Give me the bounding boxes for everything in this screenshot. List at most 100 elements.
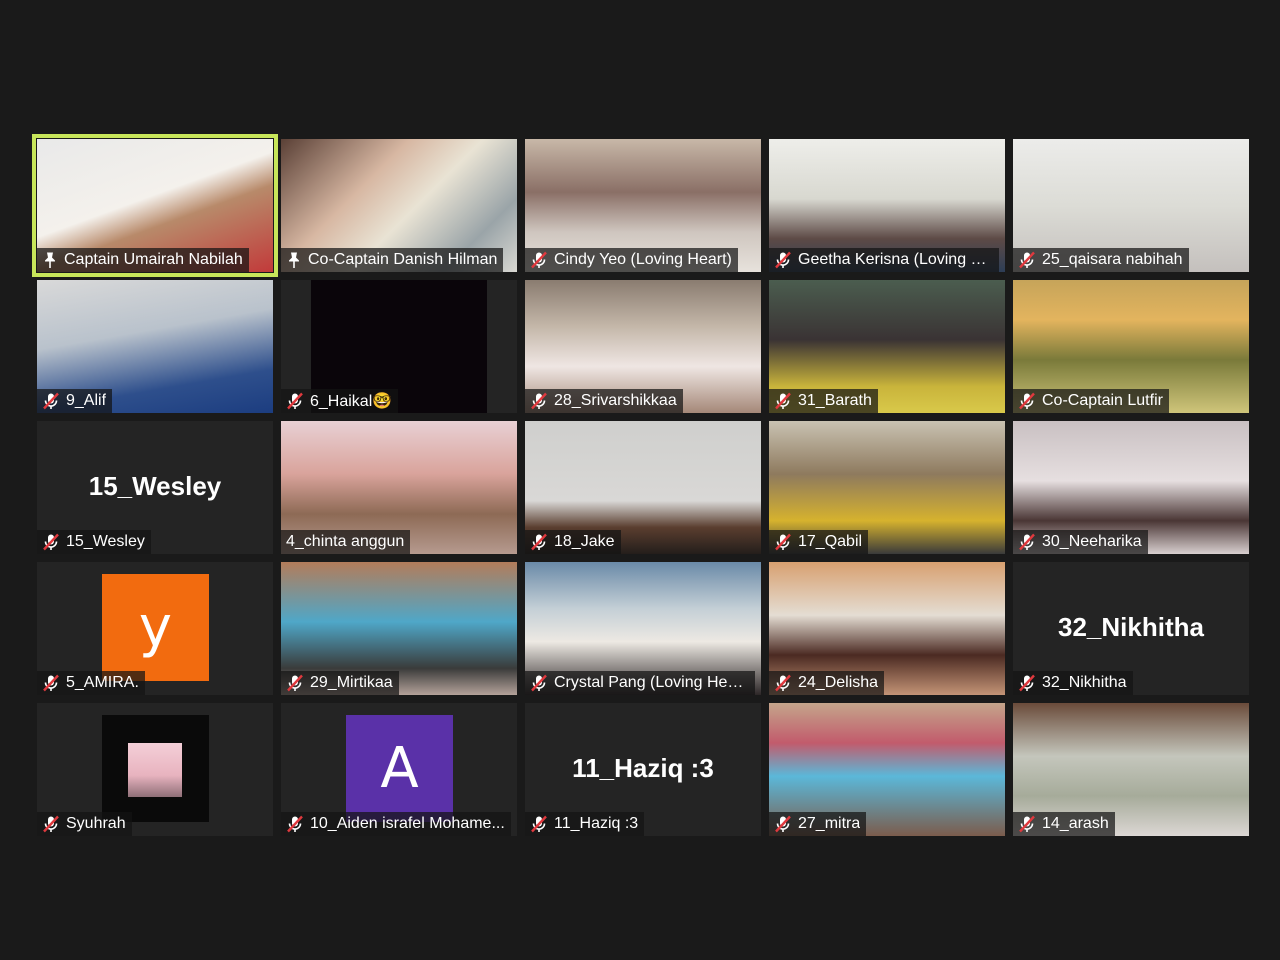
participant-name: 29_Mirtikaa [310,674,393,691]
participant-name: 11_Haziq :3 [554,815,639,832]
participant-name: Cindy Yeo (Loving Heart) [554,251,732,268]
participant-name-label: 27_mitra [769,812,867,836]
participant-tile[interactable]: y 5_AMIRA. [37,562,273,695]
participant-tile[interactable]: Crystal Pang (Loving Hea... [525,562,761,695]
muted-mic-icon [42,392,60,410]
participant-name-label: Geetha Kerisna (Loving H... [769,248,999,272]
participant-name-label: Cindy Yeo (Loving Heart) [525,248,738,272]
participant-name-label: 9_Alif [37,389,113,413]
muted-mic-icon [774,533,792,551]
participant-tile[interactable]: 25_qaisara nabihah [1013,139,1249,272]
participant-name-label: 15_Wesley [37,530,151,554]
participant-name: 24_Delisha [798,674,879,691]
participant-name-label: Crystal Pang (Loving Hea... [525,671,755,695]
muted-mic-icon [42,533,60,551]
participant-name-label: 6_Haikal🤓 [281,389,399,413]
participant-tile[interactable]: 14_arash [1013,703,1249,836]
participant-name: 4_chinta anggun [286,533,405,550]
participant-name: Crystal Pang (Loving Hea... [554,674,749,691]
participant-name: 31_Barath [798,392,872,409]
participant-name-label: 30_Neeharika [1013,530,1148,554]
participant-tile[interactable]: 9_Alif [37,280,273,413]
participant-name-label: 25_qaisara nabihah [1013,248,1189,272]
participant-tile[interactable]: 11_Haziq :3 11_Haziq :3 [525,703,761,836]
participant-name: 5_AMIRA. [66,674,139,691]
muted-mic-icon [530,251,548,269]
participant-name: 14_arash [1042,815,1109,832]
participant-name: Geetha Kerisna (Loving H... [798,251,993,268]
muted-mic-icon [286,815,304,833]
participant-name-label: 24_Delisha [769,671,885,695]
muted-mic-icon [774,674,792,692]
participant-display-name: 15_Wesley [88,471,222,501]
participant-name-label: Captain Umairah Nabilah [37,248,249,272]
participant-name-label: 4_chinta anggun [281,530,411,554]
muted-mic-icon [530,392,548,410]
participant-name: 15_Wesley [66,533,145,550]
participant-name: Co-Captain Danish Hilman [308,251,498,268]
participant-name: 10_Aiden israfel Mohame... [310,815,505,832]
participant-tile[interactable]: Geetha Kerisna (Loving H... [769,139,1005,272]
participant-tile[interactable]: 4_chinta anggun [281,421,517,554]
participant-name: 17_Qabil [798,533,863,550]
participant-name: 9_Alif [66,392,107,409]
participant-name: 18_Jake [554,533,615,550]
participant-tile[interactable]: 17_Qabil [769,421,1005,554]
participant-name-label: Co-Captain Lutfir [1013,389,1169,413]
muted-mic-icon [42,674,60,692]
participant-name-label: 31_Barath [769,389,878,413]
participant-name-label: 5_AMIRA. [37,671,145,695]
muted-mic-icon [530,815,548,833]
participant-name: 27_mitra [798,815,861,832]
participant-tile[interactable]: 24_Delisha [769,562,1005,695]
muted-mic-icon [774,815,792,833]
muted-mic-icon [42,815,60,833]
participant-tile[interactable]: Cindy Yeo (Loving Heart) [525,139,761,272]
muted-mic-icon [286,392,304,410]
participant-name-label: Co-Captain Danish Hilman [281,248,504,272]
participant-tile[interactable]: 29_Mirtikaa [281,562,517,695]
muted-mic-icon [1018,533,1036,551]
muted-mic-icon [774,251,792,269]
participant-tile[interactable]: 18_Jake [525,421,761,554]
muted-mic-icon [1018,674,1036,692]
participant-name-label: 11_Haziq :3 [525,812,645,836]
participant-name-label: 29_Mirtikaa [281,671,399,695]
participant-tile[interactable]: Captain Umairah Nabilah [32,134,278,277]
participant-avatar: y [102,574,209,681]
muted-mic-icon [1018,251,1036,269]
pin-icon [286,251,302,269]
participant-name: 6_Haikal🤓 [310,393,393,410]
participant-name: 25_qaisara nabihah [1042,251,1183,268]
muted-mic-icon [530,533,548,551]
participant-tile[interactable]: 31_Barath [769,280,1005,413]
participant-name-label: Syuhrah [37,812,132,836]
participant-display-name: 32_Nikhitha [1058,612,1204,642]
participant-name-label: 18_Jake [525,530,621,554]
participant-tile[interactable]: 27_mitra [769,703,1005,836]
participant-avatar: A [346,715,453,822]
participant-name-label: 14_arash [1013,812,1115,836]
participant-tile[interactable]: 30_Neeharika [1013,421,1249,554]
participant-name: 32_Nikhitha [1042,674,1127,691]
participant-tile[interactable]: Co-Captain Lutfir [1013,280,1249,413]
muted-mic-icon [1018,815,1036,833]
participant-name-label: 17_Qabil [769,530,869,554]
participant-name-label: 32_Nikhitha [1013,671,1133,695]
profile-picture [128,743,182,797]
pin-icon [42,251,58,269]
participant-tile[interactable]: 28_Srivarshikkaa [525,280,761,413]
gallery-view-grid: Captain Umairah Nabilah Co-Captain Danish… [32,134,1249,836]
participant-tile[interactable]: 32_Nikhitha 32_Nikhitha [1013,562,1249,695]
participant-tile[interactable]: Co-Captain Danish Hilman [281,139,517,272]
muted-mic-icon [286,674,304,692]
participant-tile[interactable]: A 10_Aiden israfel Mohame... [281,703,517,836]
participant-tile[interactable]: 15_Wesley 15_Wesley [37,421,273,554]
participant-tile[interactable]: Syuhrah [37,703,273,836]
participant-display-name: 11_Haziq :3 [572,753,714,783]
participant-name: Co-Captain Lutfir [1042,392,1163,409]
participant-tile[interactable]: 6_Haikal🤓 [281,280,517,413]
participant-name: 28_Srivarshikkaa [554,392,677,409]
muted-mic-icon [530,674,548,692]
muted-mic-icon [1018,392,1036,410]
